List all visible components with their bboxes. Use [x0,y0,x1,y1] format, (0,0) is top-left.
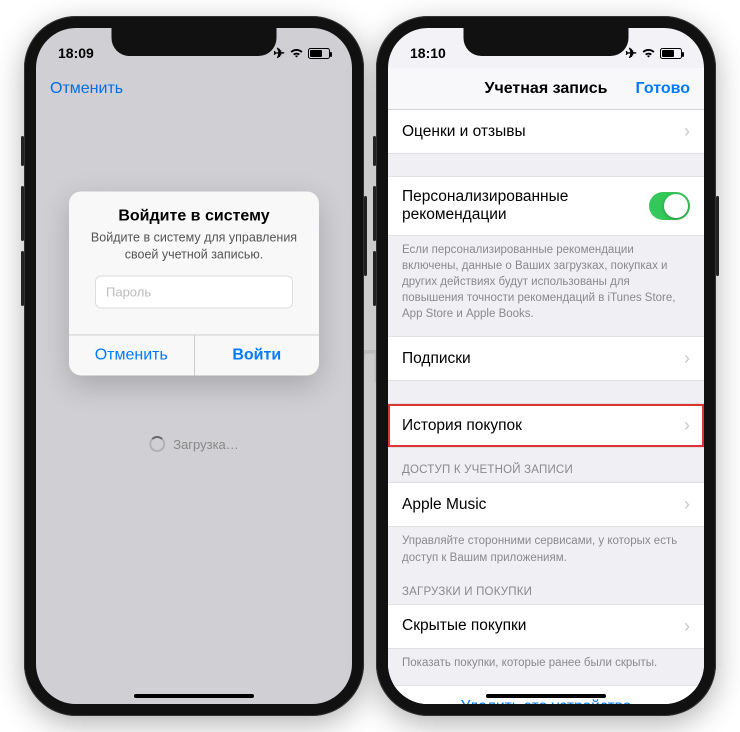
cell-label: История покупок [402,417,522,435]
alert-message: Войдите в систему для управления своей у… [85,229,303,263]
chevron-right-icon: › [684,348,690,369]
cell-label: Apple Music [402,496,486,514]
cell-label: Оценки и отзывы [402,123,526,141]
airplane-icon: ✈︎ [273,45,285,62]
settings-list[interactable]: Оценки и отзывы › Персонализированные ре… [388,110,704,704]
alert-cancel-button[interactable]: Отменить [69,335,195,375]
cell-label: Скрытые покупки [402,617,526,635]
toggle-personalized[interactable] [649,192,690,220]
signin-alert: Войдите в систему Войдите в систему для … [69,191,319,375]
battery-icon [308,48,330,59]
cell-label: Персонализированные рекомендации [402,188,649,224]
chevron-right-icon: › [684,616,690,637]
cell-personalized-recs[interactable]: Персонализированные рекомендации [388,176,704,236]
chevron-right-icon: › [684,494,690,515]
cell-label: Подписки [402,350,471,368]
home-indicator[interactable] [486,694,606,698]
battery-icon [660,48,682,59]
phone-left: 18:09 ✈︎ Отменить Войдите в систему Войд… [24,16,364,716]
nav-bar: Учетная запись Готово [388,68,704,110]
cell-subscriptions[interactable]: Подписки › [388,336,704,381]
chevron-right-icon: › [684,415,690,436]
loading-indicator: Загрузка… [149,436,239,452]
notch [464,28,629,56]
phone-right: 18:10 ✈︎ Учетная запись Готово Оценки и … [376,16,716,716]
alert-title: Войдите в систему [85,207,303,225]
loading-text: Загрузка… [173,437,239,452]
wifi-icon [641,48,656,59]
cell-hidden-purchases[interactable]: Скрытые покупки › [388,604,704,649]
cell-purchase-history[interactable]: История покупок › [388,403,704,448]
footer-personalized: Если персонализированные рекомендации вк… [388,236,704,336]
airplane-icon: ✈︎ [625,45,637,62]
notch [112,28,277,56]
status-time: 18:09 [58,45,94,61]
cell-apple-music[interactable]: Apple Music › [388,482,704,527]
alert-signin-button[interactable]: Войти [195,335,320,375]
chevron-right-icon: › [684,121,690,142]
status-time: 18:10 [410,45,446,61]
section-header-downloads: ЗАГРУЗКИ И ПОКУПКИ [388,580,704,604]
password-field[interactable]: Пароль [95,275,293,308]
cell-ratings-reviews[interactable]: Оценки и отзывы › [388,110,704,154]
footer-apple-music: Управляйте сторонними сервисами, у котор… [388,527,704,579]
wifi-icon [289,48,304,59]
footer-hidden: Показать покупки, которые ранее были скр… [388,649,704,685]
section-header-access: ДОСТУП К УЧЕТНОЙ ЗАПИСИ [388,448,704,482]
spinner-icon [149,436,165,452]
done-button[interactable]: Готово [636,80,690,98]
